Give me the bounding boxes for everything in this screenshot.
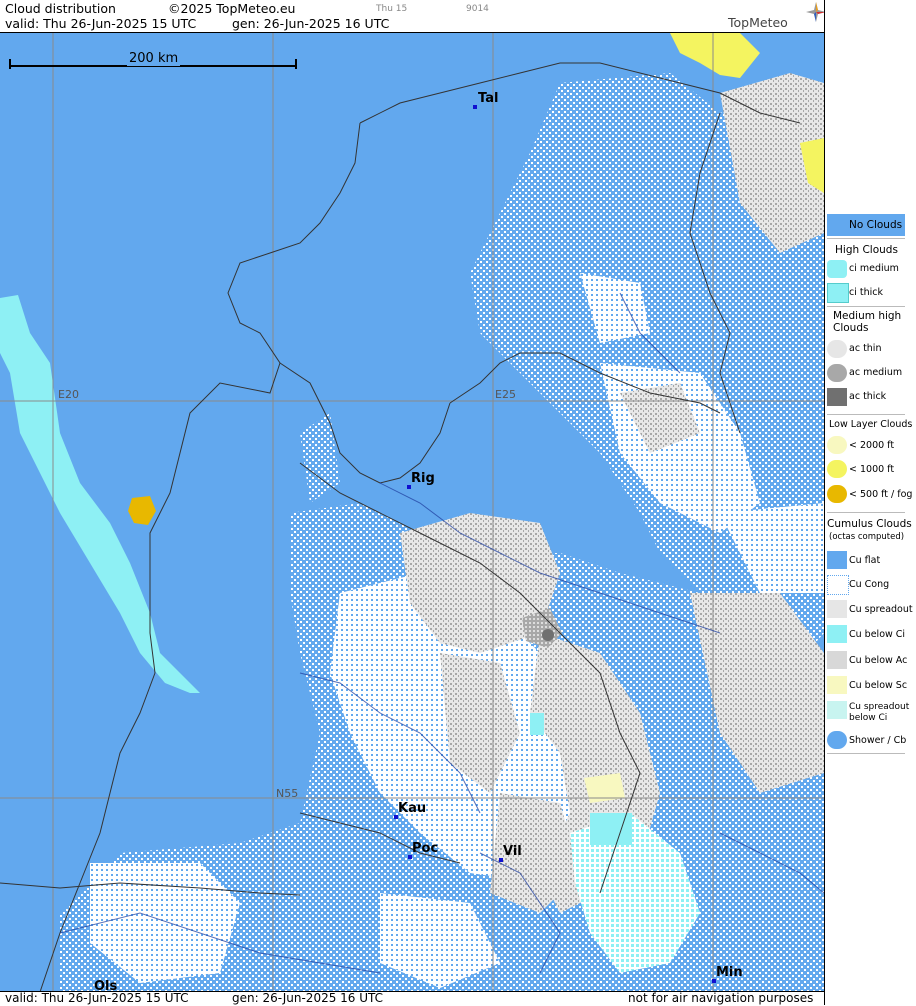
swatch-low-500 bbox=[827, 485, 847, 503]
legend-no-clouds: No Clouds bbox=[849, 219, 903, 231]
city-label-min[interactable]: Min bbox=[716, 965, 743, 980]
copyright: ©2025 TopMeteo.eu bbox=[168, 1, 296, 16]
swatch-cu-spreadout bbox=[827, 600, 847, 618]
swatch-low-2000 bbox=[827, 436, 847, 454]
legend-cu-title: Cumulus Clouds bbox=[827, 518, 912, 530]
swatch-ac-thin bbox=[827, 340, 847, 358]
city-label-tal[interactable]: Tal bbox=[478, 91, 498, 106]
legend-cu-flat: Cu flat bbox=[849, 555, 881, 566]
cloud-map[interactable]: 200 km E20 E25 N55 Tal Rig Kau Poc Vil M… bbox=[0, 32, 824, 992]
legend-cu-below-sc: Cu below Sc bbox=[849, 680, 908, 691]
legend-ci-thick: ci thick bbox=[849, 287, 883, 298]
footer-generated-time: gen: 26-Jun-2025 16 UTC bbox=[232, 991, 384, 1005]
swatch-cu-below-ci bbox=[827, 625, 847, 643]
footer-bar: valid: Thu 26-Jun-2025 15 UTC gen: 26-Ju… bbox=[0, 991, 824, 1006]
swatch-cu-spread-below-ci bbox=[827, 701, 847, 719]
legend-cu-spread-below-ci: Cu spreadout below Ci bbox=[849, 702, 910, 723]
valid-time: valid: Thu 26-Jun-2025 15 UTC bbox=[5, 16, 197, 31]
legend-low-1000: < 1000 ft bbox=[849, 464, 895, 475]
header-bar: Cloud distribution ©2025 TopMeteo.eu Thu… bbox=[0, 0, 826, 32]
legend-divider bbox=[827, 414, 905, 415]
city-label-kau[interactable]: Kau bbox=[398, 801, 426, 816]
city-label-vil[interactable]: Vil bbox=[503, 844, 522, 859]
topmeteo-logo-text: TopMeteo bbox=[728, 15, 788, 30]
legend-cu-below-ci: Cu below Ci bbox=[849, 629, 906, 640]
legend-cu-subtitle: (octas computed) bbox=[829, 532, 905, 542]
city-label-rig[interactable]: Rig bbox=[411, 471, 435, 486]
generated-time: gen: 26-Jun-2025 16 UTC bbox=[232, 16, 390, 31]
swatch-cu-flat bbox=[827, 551, 847, 569]
grid-label-e25: E25 bbox=[495, 388, 516, 401]
footer-valid-time: valid: Thu 26-Jun-2025 15 UTC bbox=[5, 991, 189, 1005]
legend-cu-spreadout: Cu spreadout bbox=[849, 604, 913, 615]
legend-low-2000: < 2000 ft bbox=[849, 440, 895, 451]
legend-low-title: Low Layer Clouds bbox=[829, 419, 913, 430]
swatch-shower bbox=[827, 731, 847, 749]
swatch-cu-below-ac bbox=[827, 651, 847, 669]
swatch-ci-medium bbox=[827, 260, 847, 278]
legend-divider bbox=[827, 753, 905, 754]
grid-label-e20: E20 bbox=[58, 388, 79, 401]
legend-ci-medium: ci medium bbox=[849, 263, 899, 274]
grid-label-n55: N55 bbox=[276, 787, 299, 800]
legend-cu-below-ac: Cu below Ac bbox=[849, 655, 908, 666]
tab-small-time[interactable]: Thu 15 bbox=[376, 4, 407, 14]
legend-medium-title: Medium high Clouds bbox=[833, 310, 902, 334]
swatch-ci-thick bbox=[827, 283, 849, 303]
legend-shower: Shower / Cb bbox=[849, 735, 907, 746]
legend-ac-thick: ac thick bbox=[849, 391, 887, 402]
legend-divider bbox=[827, 306, 905, 307]
legend-ac-thin: ac thin bbox=[849, 343, 882, 354]
legend-cu-cong: Cu Cong bbox=[849, 579, 890, 590]
legend-ac-medium: ac medium bbox=[849, 367, 903, 378]
legend-panel: No Clouds High Clouds ci medium ci thick… bbox=[824, 0, 916, 1005]
swatch-ac-medium bbox=[827, 364, 847, 382]
swatch-ac-thick bbox=[827, 388, 847, 406]
scale-label: 200 km bbox=[127, 51, 181, 66]
legend-high-title: High Clouds bbox=[835, 244, 898, 256]
city-label-poc[interactable]: Poc bbox=[412, 841, 438, 856]
city-marker-tal bbox=[473, 105, 477, 109]
legend-low-500: < 500 ft / fog bbox=[849, 489, 913, 500]
swatch-low-1000 bbox=[827, 460, 847, 478]
swatch-cu-below-sc bbox=[827, 676, 847, 694]
tab-small-code[interactable]: 9014 bbox=[466, 4, 489, 14]
swatch-cu-cong bbox=[827, 575, 849, 595]
compass-star-icon bbox=[806, 2, 826, 22]
legend-divider bbox=[827, 512, 905, 513]
map-title: Cloud distribution bbox=[5, 1, 116, 16]
footer-disclaimer: not for air navigation purposes bbox=[628, 991, 814, 1005]
legend-divider bbox=[827, 238, 905, 239]
scale-bar: 200 km bbox=[9, 51, 297, 69]
